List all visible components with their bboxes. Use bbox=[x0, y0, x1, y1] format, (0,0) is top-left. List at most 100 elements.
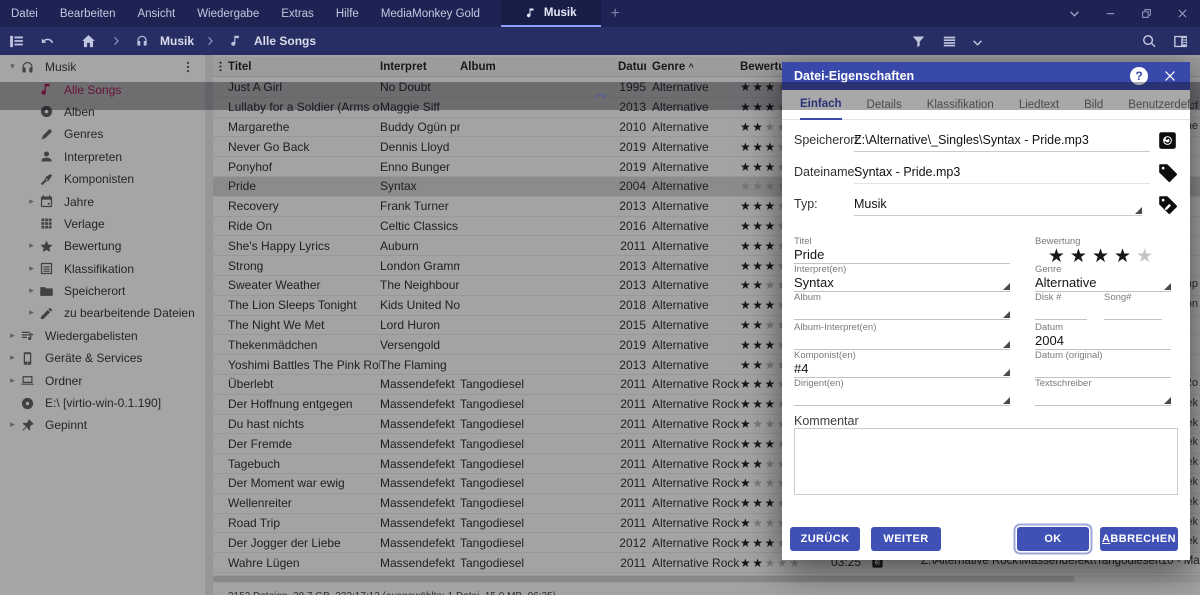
toolbar: Musik Alle Songs bbox=[0, 27, 1200, 110]
field-dirigent: Dirigent(en) bbox=[794, 378, 1010, 406]
funnel-icon bbox=[910, 33, 927, 50]
dropdown-corner-icon bbox=[1164, 283, 1171, 290]
menubar: Datei Bearbeiten Ansicht Wiedergabe Extras Hi… bbox=[0, 0, 1200, 27]
filter-button[interactable] bbox=[903, 27, 934, 55]
menu-wiedergabe[interactable]: Wiedergabe bbox=[186, 0, 270, 27]
breadcrumb-alle-songs[interactable]: Alle Songs bbox=[250, 34, 320, 48]
menu-datei[interactable]: Datei bbox=[0, 0, 49, 27]
disk-label: Disk # bbox=[1035, 292, 1062, 303]
song-input[interactable] bbox=[1104, 303, 1162, 320]
field-disk: Disk # bbox=[1035, 292, 1087, 320]
hdd-icon[interactable] bbox=[1157, 130, 1178, 151]
chevron-right-icon bbox=[205, 36, 215, 46]
breadcrumb-separator bbox=[198, 27, 222, 55]
tag-edit-icon[interactable] bbox=[1157, 194, 1178, 215]
datum-input[interactable]: 2004 bbox=[1035, 333, 1171, 350]
panel-toggle-icon bbox=[8, 33, 25, 50]
search-icon bbox=[1141, 33, 1158, 50]
datum-original-label: Datum (original) bbox=[1035, 350, 1103, 361]
album-input[interactable] bbox=[794, 303, 1010, 320]
panel-layout-button[interactable] bbox=[1165, 27, 1196, 55]
datum-original-input[interactable] bbox=[1035, 361, 1171, 378]
field-bewertung: Bewertung ★★★★★ bbox=[1035, 236, 1171, 267]
minimize-icon bbox=[1104, 7, 1117, 20]
disk-input[interactable] bbox=[1035, 303, 1087, 320]
interpret-input[interactable]: Syntax bbox=[794, 275, 1010, 292]
field-komponist: Komponist(en) #4 bbox=[794, 350, 1010, 378]
breadcrumb-musik[interactable]: Musik bbox=[156, 34, 198, 48]
datum-label: Datum bbox=[1035, 322, 1063, 333]
dropdown-corner-icon bbox=[1003, 369, 1010, 376]
field-dateiname: Dateiname: Syntax - Pride.mp3 bbox=[794, 162, 1178, 184]
song-label: Song# bbox=[1104, 292, 1132, 303]
restore-icon bbox=[1140, 7, 1153, 20]
collapse-ribbon-button[interactable] bbox=[1056, 0, 1092, 27]
dateiname-label: Dateiname: bbox=[794, 165, 858, 179]
close-button[interactable] bbox=[1164, 0, 1200, 27]
dropdown-corner-icon bbox=[1003, 341, 1010, 348]
home-button[interactable] bbox=[73, 27, 104, 55]
window-controls bbox=[1056, 0, 1200, 27]
undo-button[interactable] bbox=[32, 27, 63, 55]
music-note-icon bbox=[525, 7, 537, 19]
speicherort-value[interactable]: Z:\Alternative\_Singles\Syntax - Pride.m… bbox=[854, 133, 1150, 152]
dateiname-value[interactable]: Syntax - Pride.mp3 bbox=[854, 165, 1150, 184]
genre-label: Genre bbox=[1035, 264, 1062, 275]
music-note-icon bbox=[229, 34, 243, 48]
breadcrumb-separator bbox=[104, 27, 128, 55]
tag-icon[interactable] bbox=[1157, 162, 1178, 183]
titel-label: Titel bbox=[794, 236, 812, 247]
titel-input[interactable]: Pride bbox=[794, 247, 1010, 264]
breadcrumb-allesongs-icon bbox=[222, 27, 250, 55]
field-typ: Typ: Musik bbox=[794, 194, 1178, 216]
album-label: Album bbox=[794, 292, 821, 303]
komponist-input[interactable]: #4 bbox=[794, 361, 1010, 378]
home-icon bbox=[80, 33, 97, 50]
menu-mediamonkey-gold[interactable]: MediaMonkey Gold bbox=[370, 0, 491, 27]
file-properties-dialog: Datei-Eigenschaften ? Einfach Details Klas… bbox=[782, 62, 1200, 560]
ok-button[interactable]: OK bbox=[1017, 527, 1089, 551]
kommentar-textarea[interactable] bbox=[794, 428, 1178, 495]
field-interpret: Interpret(en) Syntax bbox=[794, 264, 1010, 292]
menu-items: Datei Bearbeiten Ansicht Wiedergabe Extras Hi… bbox=[0, 0, 491, 27]
redo-button[interactable] bbox=[0, 82, 1200, 110]
album-interpret-input[interactable] bbox=[794, 333, 1010, 350]
field-album-interpret: Album-Interpret(en) bbox=[794, 322, 1010, 350]
new-tab-button[interactable]: + bbox=[601, 0, 630, 27]
chevron-down-icon bbox=[1069, 8, 1080, 19]
weiter-button[interactable]: WEITER bbox=[871, 527, 941, 551]
dropdown-corner-icon bbox=[1164, 397, 1171, 404]
menu-bearbeiten[interactable]: Bearbeiten bbox=[49, 0, 127, 27]
field-textschreiber: Textschreiber bbox=[1035, 378, 1171, 406]
field-datum: Datum 2004 bbox=[1035, 322, 1171, 350]
minimize-button[interactable] bbox=[1092, 0, 1128, 27]
sidebar-toggle-button[interactable] bbox=[0, 27, 32, 55]
menu-ansicht[interactable]: Ansicht bbox=[126, 0, 186, 27]
dropdown-corner-icon bbox=[1003, 397, 1010, 404]
komponist-label: Komponist(en) bbox=[794, 350, 856, 361]
list-view-icon bbox=[941, 33, 958, 50]
genre-input[interactable]: Alternative bbox=[1035, 275, 1171, 292]
typ-value[interactable]: Musik bbox=[854, 197, 1142, 216]
tab-musik[interactable]: Musik bbox=[500, 0, 601, 27]
dropdown-corner-icon bbox=[1135, 207, 1142, 214]
dirigent-input[interactable] bbox=[794, 389, 1010, 406]
textschreiber-input[interactable] bbox=[1035, 389, 1171, 406]
tab-label: Musik bbox=[543, 6, 577, 19]
view-list-button[interactable] bbox=[934, 27, 965, 55]
field-genre: Genre Alternative bbox=[1035, 264, 1171, 292]
field-speicherort: Speicherort: Z:\Alternative\_Singles\Syn… bbox=[794, 130, 1178, 152]
dropdown-corner-icon bbox=[1003, 283, 1010, 290]
menu-extras[interactable]: Extras bbox=[270, 0, 325, 27]
search-button[interactable] bbox=[1134, 27, 1165, 55]
zurueck-button[interactable]: ZURÜCK bbox=[790, 527, 860, 551]
abbrechen-button[interactable]: ABBRECHEN bbox=[1100, 527, 1178, 551]
view-options-button[interactable] bbox=[965, 27, 990, 55]
chevron-right-icon bbox=[111, 36, 121, 46]
headphones-icon bbox=[135, 34, 149, 48]
field-album: Album bbox=[794, 292, 1010, 320]
breadcrumb-musik-icon bbox=[128, 27, 156, 55]
dirigent-label: Dirigent(en) bbox=[794, 378, 844, 389]
restore-button[interactable] bbox=[1128, 0, 1164, 27]
menu-hilfe[interactable]: Hilfe bbox=[325, 0, 370, 27]
